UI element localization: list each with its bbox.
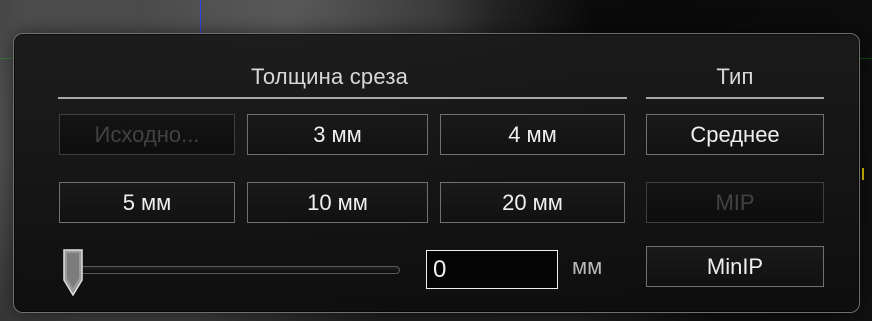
thickness-10mm-button[interactable]: 10 мм <box>247 182 428 223</box>
thickness-title-divider <box>58 97 627 99</box>
background-guide-line <box>200 0 201 36</box>
type-mip-button: MIP <box>646 182 824 223</box>
thickness-value-input[interactable] <box>426 250 558 289</box>
type-title-divider <box>646 97 824 99</box>
screen: Толщина среза Тип Исходно... 3 мм 4 мм 5… <box>0 0 872 321</box>
slider-thumb-icon[interactable] <box>62 249 84 296</box>
thickness-original-button: Исходно... <box>59 114 235 155</box>
thickness-20mm-button[interactable]: 20 мм <box>440 182 625 223</box>
background-marker <box>862 168 864 180</box>
type-average-button[interactable]: Среднее <box>646 114 824 155</box>
type-title: Тип <box>716 64 754 89</box>
thickness-4mm-button[interactable]: 4 мм <box>440 114 625 155</box>
thickness-5mm-button[interactable]: 5 мм <box>59 182 235 223</box>
thickness-unit: мм <box>572 254 603 279</box>
thickness-slider-track[interactable] <box>74 266 400 274</box>
thickness-3mm-button[interactable]: 3 мм <box>247 114 428 155</box>
type-minip-button[interactable]: MinIP <box>646 246 824 287</box>
thickness-title: Толщина среза <box>250 64 409 89</box>
